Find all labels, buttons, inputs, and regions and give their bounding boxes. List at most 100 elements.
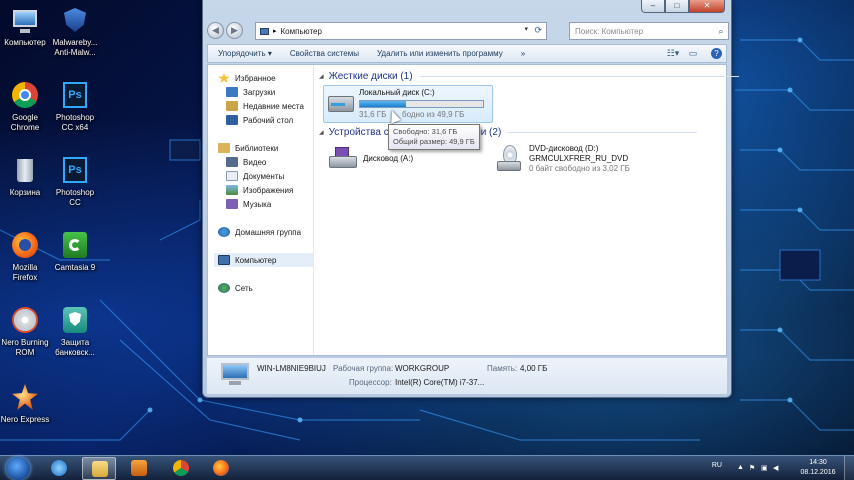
refresh-icon[interactable]: ⟳	[534, 25, 542, 36]
details-memory-value: 4,00 ГБ	[520, 364, 548, 373]
back-button[interactable]: ◀	[207, 22, 224, 39]
nav-images[interactable]: Изображения	[226, 183, 293, 197]
recent-places-icon	[226, 101, 238, 111]
drive-c-free-value: 31,6 ГБ	[359, 110, 387, 119]
desktop-icon-photoshop[interactable]: Ps Photoshop CC	[50, 156, 100, 208]
downloads-icon	[226, 87, 238, 97]
volume-icon[interactable]: ◀	[773, 464, 782, 472]
taskbar-chrome[interactable]	[164, 457, 198, 480]
clock-date: 08.12.2016	[800, 469, 836, 476]
computer-large-icon	[221, 363, 249, 387]
drive-c-capacity-fill	[360, 101, 406, 107]
desktop-icon-nero-express[interactable]: Nero Express	[0, 383, 50, 425]
search-box[interactable]: Поиск: Компьютер ⌕	[569, 22, 729, 40]
group-hard-drives[interactable]: ◢ Жесткие диски (1)	[319, 71, 739, 82]
desktop-icon-chrome[interactable]: Google Chrome	[0, 81, 50, 133]
nav-favorites[interactable]: Избранное	[218, 71, 276, 85]
taskbar-explorer[interactable]	[82, 457, 116, 480]
nav-recent-places[interactable]: Недавние места	[226, 99, 304, 113]
nav-computer[interactable]: Компьютер	[214, 253, 313, 267]
nav-downloads[interactable]: Загрузки	[226, 85, 275, 99]
desktop-icon-computer[interactable]: Компьютер	[0, 6, 50, 48]
navigation-bar: ◀ ▶ ▸ Компьютер ▾ ⟳ Поиск: Компьютер ⌕	[207, 20, 729, 42]
uninstall-program-button[interactable]: Удалить или изменить программу	[367, 49, 511, 58]
details-cpu-value: Intel(R) Core(TM) i7-37...	[395, 378, 485, 387]
collapse-arrow-icon: ◢	[319, 74, 324, 80]
dvd-drive-icon	[497, 145, 523, 173]
details-workgroup-label: Рабочая группа:	[333, 364, 394, 373]
main-pane: ◢ Жесткие диски (1) Локальный диск (C:) …	[315, 65, 739, 355]
preview-pane-icon[interactable]: ▭	[685, 48, 701, 59]
documents-icon	[226, 171, 238, 181]
desktop-icon-photoshop-x64[interactable]: Ps Photoshop CC x64	[50, 81, 100, 133]
organize-button[interactable]: Упорядочить ▾	[208, 49, 280, 58]
network-icon[interactable]: ▣	[761, 464, 770, 472]
flag-icon[interactable]: ⚑	[749, 464, 758, 472]
start-button[interactable]	[6, 457, 30, 480]
more-commands-button[interactable]: »	[511, 49, 533, 58]
hard-drive-icon	[328, 96, 354, 112]
address-bar[interactable]: ▸ Компьютер ▾ ⟳	[255, 22, 547, 40]
drive-dvd[interactable]: DVD-дисковод (D:) GRMCULXFRER_RU_DVD 0 б…	[495, 143, 655, 177]
collapse-arrow-icon: ◢	[319, 130, 324, 136]
nav-documents[interactable]: Документы	[226, 169, 284, 183]
drive-c[interactable]: Локальный диск (C:) 31,6 ГБ бодно из 49,…	[323, 85, 493, 123]
details-memory-label: Память:	[487, 364, 518, 373]
floppy-drive-icon	[329, 147, 357, 169]
show-desktop-button[interactable]	[844, 456, 854, 480]
internet-explorer-icon	[51, 460, 67, 476]
help-icon[interactable]: ?	[711, 48, 722, 59]
bank-protection-icon	[60, 306, 90, 336]
navigation-pane: Избранное Загрузки Недавние места Рабочи…	[208, 65, 314, 355]
firefox-icon	[10, 231, 40, 261]
language-indicator[interactable]: RU	[712, 462, 722, 469]
desktop-folder-icon	[226, 115, 238, 125]
breadcrumb-computer[interactable]: Компьютер	[281, 27, 322, 36]
desktop-icon-recycle-bin[interactable]: Корзина	[0, 156, 50, 198]
clock[interactable]: 14:30 08.12.2016	[798, 458, 838, 478]
desktop-icon-malwarebytes[interactable]: Malwareby... Anti-Malw...	[50, 6, 100, 58]
tooltip-total: Общий размер: 49,9 ГБ	[393, 137, 475, 146]
minimize-button[interactable]: –	[641, 0, 665, 13]
desktop-icon-nero-burning-rom[interactable]: Nero Burning ROM	[0, 306, 50, 358]
details-cpu-label: Процессор:	[349, 378, 392, 387]
media-player-icon	[131, 460, 147, 476]
tray-arrow-icon[interactable]: ▲	[737, 464, 746, 472]
address-dropdown-icon[interactable]: ▾	[524, 25, 528, 33]
malwarebytes-icon	[60, 6, 90, 36]
desktop-icon-bank-protection[interactable]: Защита банковск...	[50, 306, 100, 358]
forward-button[interactable]: ▶	[226, 22, 243, 39]
drive-c-name: Локальный диск (C:)	[359, 88, 435, 97]
search-icon[interactable]: ⌕	[714, 26, 728, 37]
photoshop-icon: Ps	[60, 156, 90, 186]
taskbar-ie[interactable]	[42, 457, 76, 480]
nav-network[interactable]: Сеть	[218, 281, 253, 295]
system-properties-button[interactable]: Свойства системы	[280, 49, 367, 58]
search-input[interactable]: Поиск: Компьютер	[575, 27, 714, 36]
taskbar-firefox[interactable]	[204, 457, 238, 480]
recycle-bin-icon	[10, 156, 40, 186]
chrome-icon	[173, 460, 189, 476]
view-options-icon[interactable]: ☷▾	[665, 48, 681, 59]
details-workgroup-value: WORKGROUP	[395, 364, 450, 373]
star-icon	[218, 73, 230, 83]
images-icon	[226, 185, 238, 195]
window-controls: – □ ✕	[641, 0, 725, 13]
desktop-icon-camtasia[interactable]: Camtasia 9	[50, 231, 100, 273]
drive-c-free-rest: бодно из 49,9 ГБ	[402, 110, 465, 119]
nav-desktop[interactable]: Рабочий стол	[226, 113, 293, 127]
nav-homegroup[interactable]: Домашняя группа	[218, 225, 301, 239]
drive-c-capacity-bar	[359, 100, 484, 108]
desktop-icon-firefox[interactable]: Mozilla Firefox	[0, 231, 50, 283]
nav-music[interactable]: Музыка	[226, 197, 271, 211]
close-button[interactable]: ✕	[689, 0, 725, 13]
group-removable-storage[interactable]: ◢ Устройства со ями (2)	[319, 127, 698, 138]
nav-libraries[interactable]: Библиотеки	[218, 141, 278, 155]
photoshop-icon: Ps	[60, 81, 90, 111]
nav-video[interactable]: Видео	[226, 155, 266, 169]
content-area: Избранное Загрузки Недавние места Рабочи…	[207, 64, 739, 356]
command-bar: Упорядочить ▾ Свойства системы Удалить и…	[207, 44, 727, 63]
taskbar-media-player[interactable]	[122, 457, 156, 480]
maximize-button[interactable]: □	[665, 0, 689, 13]
network-icon	[218, 283, 230, 293]
